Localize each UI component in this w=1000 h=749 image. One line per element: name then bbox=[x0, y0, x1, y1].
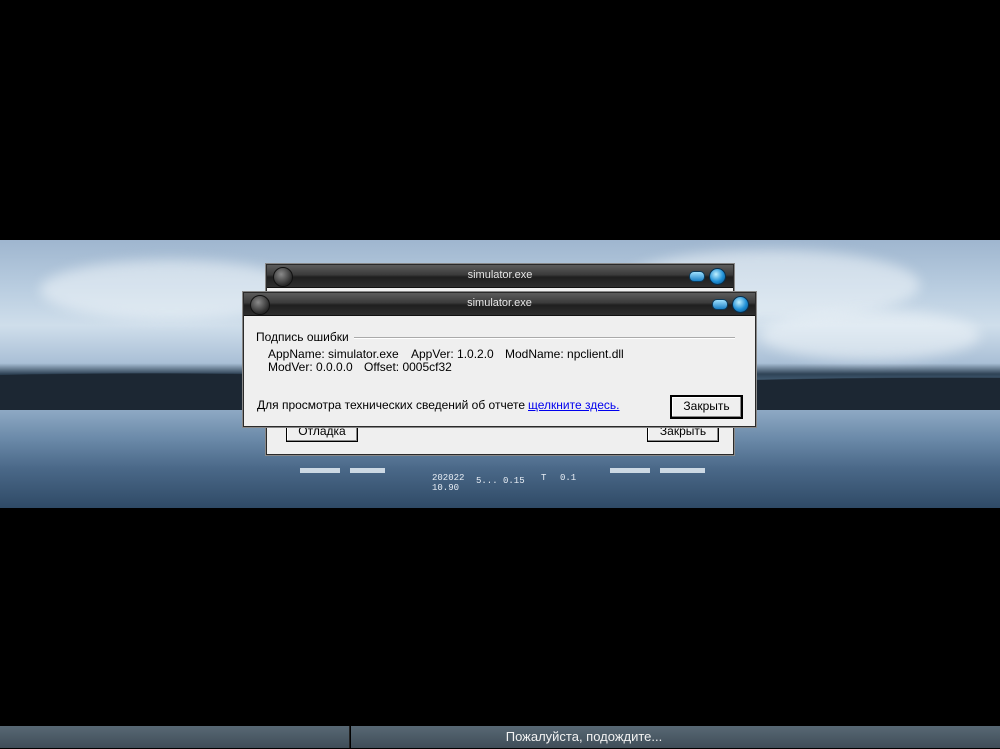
dialog-title: simulator.exe bbox=[467, 297, 532, 309]
error-signature-group-label: Подпись ошибки bbox=[256, 330, 349, 344]
dialog-titlebar[interactable]: simulator.exe bbox=[244, 293, 755, 316]
module-version: ModVer: 0.0.0.0 bbox=[268, 360, 353, 374]
status-progress-area bbox=[0, 726, 350, 748]
runway-marking bbox=[300, 468, 340, 473]
app-version: AppVer: 1.0.2.0 bbox=[411, 347, 494, 361]
close-window-button[interactable] bbox=[709, 268, 726, 285]
hud-value: 0.1 bbox=[560, 473, 577, 483]
hud-value: T bbox=[541, 473, 547, 483]
hud-value: 5... 0.15 bbox=[476, 476, 525, 486]
minimize-button[interactable] bbox=[712, 299, 728, 310]
back-dialog-titlebar[interactable]: simulator.exe bbox=[267, 265, 733, 288]
runway-marking bbox=[610, 468, 650, 473]
status-message: Пожалуйста, подождите... bbox=[505, 729, 663, 744]
details-text: Для просмотра технических сведений об от… bbox=[257, 398, 526, 412]
back-dialog-title: simulator.exe bbox=[467, 269, 533, 281]
offset: Offset: 0005cf32 bbox=[364, 360, 452, 374]
module-name: ModName: npclient.dll bbox=[505, 347, 624, 361]
minimize-button[interactable] bbox=[689, 271, 705, 282]
group-divider bbox=[354, 337, 735, 339]
details-link[interactable]: щелкните здесь. bbox=[528, 398, 619, 412]
close-button[interactable]: Закрыть bbox=[670, 395, 743, 419]
hud-value: 10.90 bbox=[432, 483, 460, 493]
error-dialog: simulator.exe Подпись ошибки AppName: si… bbox=[243, 292, 756, 427]
app-name: AppName: simulator.exe bbox=[268, 347, 399, 361]
status-bar: Пожалуйста, подождите... bbox=[0, 725, 1000, 749]
runway-marking bbox=[660, 468, 705, 473]
runway-marking bbox=[350, 468, 385, 473]
hud-value: 202022 bbox=[432, 473, 465, 483]
close-window-button[interactable] bbox=[732, 296, 749, 313]
